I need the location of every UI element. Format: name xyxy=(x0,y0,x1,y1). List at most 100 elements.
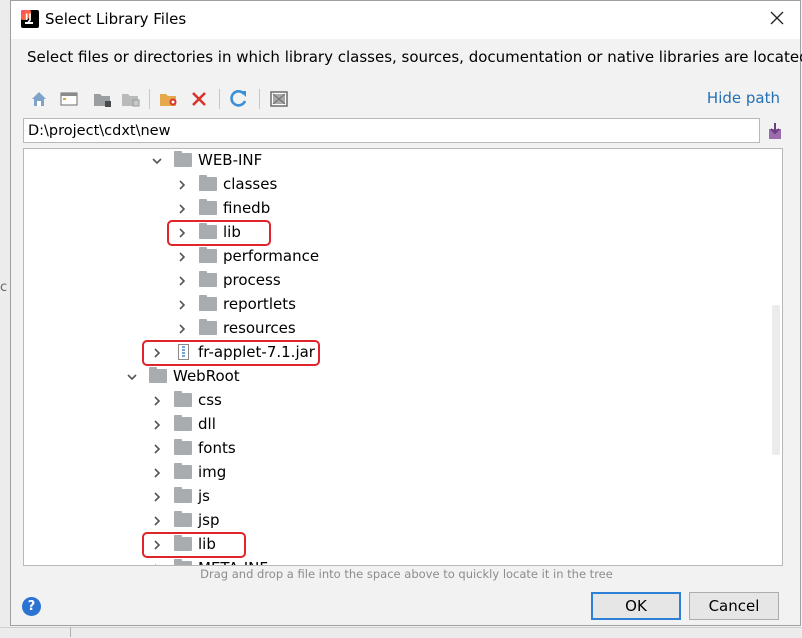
folder-icon xyxy=(199,199,217,215)
tree-row-performance[interactable]: performance xyxy=(24,245,764,269)
tree-item-label: fr-applet-7.1.jar xyxy=(198,343,315,361)
folder-icon xyxy=(199,223,217,239)
chevron-down-icon[interactable] xyxy=(152,156,162,166)
tree-item-label: lib xyxy=(198,535,216,553)
new-folder-icon xyxy=(160,94,177,106)
file-tree[interactable]: WEB-INF classes finedb lib performance proces… xyxy=(23,148,783,566)
tree-item-label: process xyxy=(223,271,281,289)
tree-item-label: META-INF xyxy=(198,559,268,565)
tree-row-web-inf[interactable]: WEB-INF xyxy=(24,149,764,173)
folder-icon xyxy=(199,271,217,287)
folder-icon xyxy=(174,463,192,479)
toolbar xyxy=(25,85,785,113)
chevron-right-icon[interactable] xyxy=(177,204,187,214)
folder-icon xyxy=(199,319,217,335)
chevron-right-icon[interactable] xyxy=(177,300,187,310)
chevron-right-icon[interactable] xyxy=(152,396,162,406)
project-button[interactable] xyxy=(91,87,115,111)
close-button[interactable] xyxy=(754,1,800,39)
chevron-right-icon[interactable] xyxy=(152,444,162,454)
tree-row-jsp[interactable]: jsp xyxy=(24,509,764,533)
tree-scrollbar-thumb[interactable] xyxy=(772,305,780,455)
tree-row-dll[interactable]: dll xyxy=(24,413,764,437)
tree-row-css[interactable]: css xyxy=(24,389,764,413)
folder-icon xyxy=(199,295,217,311)
folder-icon xyxy=(174,151,192,167)
tree-row-img[interactable]: img xyxy=(24,461,764,485)
chevron-right-icon[interactable] xyxy=(152,492,162,502)
help-button[interactable]: ? xyxy=(22,597,41,616)
tree-item-label: img xyxy=(198,463,227,481)
tree-item-label: jsp xyxy=(198,511,220,529)
chevron-down-icon[interactable] xyxy=(127,372,137,382)
home-button[interactable] xyxy=(27,87,51,111)
desktop-icon xyxy=(60,92,78,106)
close-icon xyxy=(770,11,784,25)
chevron-right-icon[interactable] xyxy=(152,420,162,430)
ok-button[interactable]: OK xyxy=(591,592,681,620)
project-icon xyxy=(94,94,111,107)
toolbar-separator xyxy=(149,89,150,109)
tree-item-label: resources xyxy=(223,319,296,337)
chevron-right-icon[interactable] xyxy=(152,516,162,526)
folder-icon xyxy=(199,175,217,191)
tree-row-js[interactable]: js xyxy=(24,485,764,509)
dialog-title: Select Library Files xyxy=(45,10,187,28)
chevron-right-icon[interactable] xyxy=(152,468,162,478)
new-folder-button[interactable] xyxy=(157,87,181,111)
refresh-button[interactable] xyxy=(227,87,251,111)
path-input[interactable] xyxy=(23,118,760,143)
tree-row-lib[interactable]: lib xyxy=(24,220,764,246)
tree-row-lib[interactable]: lib xyxy=(24,532,764,558)
folder-icon xyxy=(174,415,192,431)
dialog-description: Select files or directories in which lib… xyxy=(27,48,802,66)
show-hidden-button[interactable] xyxy=(267,87,291,111)
chevron-right-icon[interactable] xyxy=(152,540,162,550)
tree-item-label: classes xyxy=(223,175,278,193)
tree-row-fr-applet-7-1-jar[interactable]: fr-applet-7.1.jar xyxy=(24,340,764,366)
chevron-right-icon[interactable] xyxy=(152,348,162,358)
toolbar-separator xyxy=(259,89,260,109)
background-statusbar xyxy=(0,627,802,638)
hide-path-link[interactable]: Hide path xyxy=(707,89,780,107)
chevron-right-icon[interactable] xyxy=(177,228,187,238)
tree-item-label: dll xyxy=(198,415,216,433)
background-divider xyxy=(70,627,71,637)
select-library-files-dialog: IJ Select Library Files Select files or … xyxy=(10,0,802,626)
show-hidden-icon xyxy=(270,91,288,107)
tree-row-resources[interactable]: resources xyxy=(24,317,764,341)
folder-icon xyxy=(174,511,192,527)
tree-row-classes[interactable]: classes xyxy=(24,173,764,197)
title-bar: IJ Select Library Files xyxy=(11,1,800,39)
cancel-button[interactable]: Cancel xyxy=(689,592,779,620)
module-button[interactable] xyxy=(119,87,143,111)
jar-file-icon xyxy=(178,344,189,360)
folder-icon xyxy=(174,535,192,551)
background-text-fragment: c xyxy=(0,280,8,295)
chevron-right-icon[interactable] xyxy=(177,252,187,262)
tree-item-label: fonts xyxy=(198,439,236,457)
folder-icon xyxy=(174,559,192,565)
chevron-right-icon[interactable] xyxy=(177,276,187,286)
tree-item-label: lib xyxy=(223,223,241,241)
tree-row-webroot[interactable]: WebRoot xyxy=(24,365,764,389)
tree-item-label: finedb xyxy=(223,199,271,217)
tree-item-label: WebRoot xyxy=(173,367,240,385)
folder-icon xyxy=(149,367,167,383)
tree-row-process[interactable]: process xyxy=(24,269,764,293)
history-icon xyxy=(769,122,781,139)
delete-button[interactable] xyxy=(187,87,211,111)
tree-row-meta-inf[interactable]: META-INF xyxy=(24,557,764,566)
drag-drop-hint: Drag and drop a file into the space abov… xyxy=(200,567,613,581)
tree-row-finedb[interactable]: finedb xyxy=(24,197,764,221)
tree-row-fonts[interactable]: fonts xyxy=(24,437,764,461)
home-icon xyxy=(32,92,46,106)
folder-icon xyxy=(174,391,192,407)
chevron-right-icon[interactable] xyxy=(177,324,187,334)
chevron-right-icon[interactable] xyxy=(152,564,162,566)
chevron-right-icon[interactable] xyxy=(177,180,187,190)
desktop-button[interactable] xyxy=(57,87,81,111)
tree-row-reportlets[interactable]: reportlets xyxy=(24,293,764,317)
tree-item-label: js xyxy=(198,487,210,505)
path-history-button[interactable] xyxy=(763,118,787,143)
